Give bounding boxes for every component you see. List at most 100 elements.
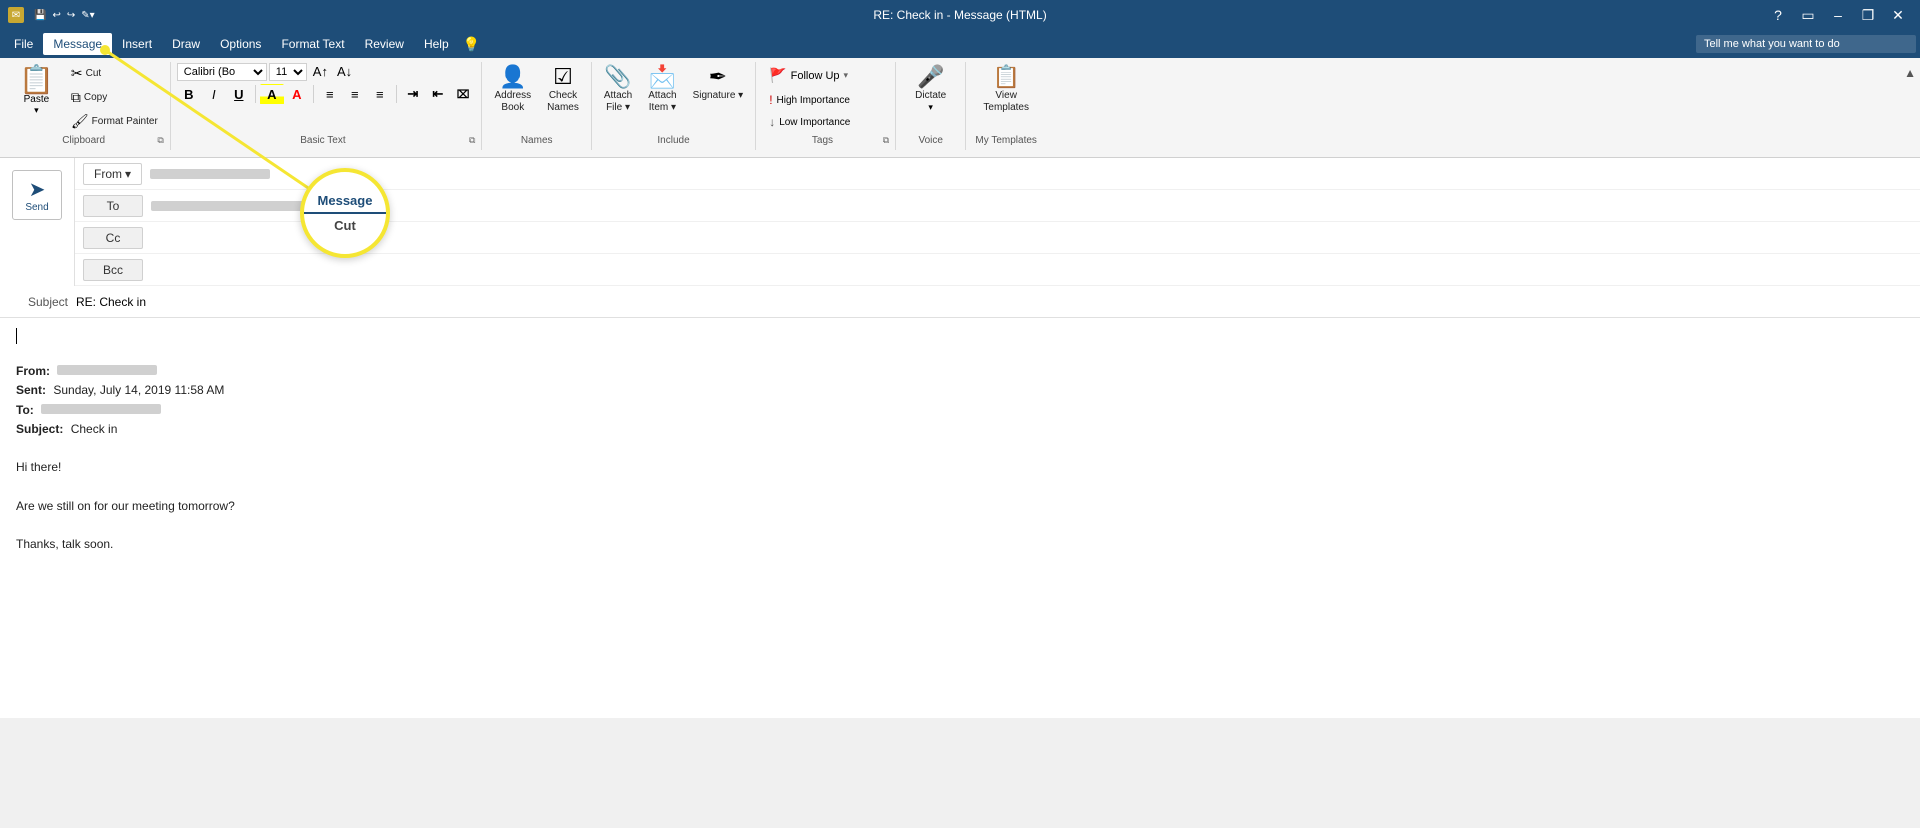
clipboard-content: 📋 Paste ▾ ✂ Cut ⧉ Copy 🖌 Format P <box>10 62 164 133</box>
collapse-ribbon-btn[interactable]: ▲ <box>1904 66 1916 80</box>
basic-text-expand-icon[interactable]: ⧉ <box>469 135 475 146</box>
quick-save[interactable]: 💾 <box>34 10 46 21</box>
customize-btn[interactable]: ✎▾ <box>81 10 94 21</box>
italic-button[interactable]: I <box>202 84 226 105</box>
font-color-btn[interactable]: A <box>285 84 309 105</box>
menu-insert[interactable]: Insert <box>112 33 162 55</box>
my-templates-content: 📋 ViewTemplates <box>972 62 1040 133</box>
menu-help[interactable]: Help <box>414 33 459 55</box>
compose-body[interactable]: From: Sent: Sunday, July 14, 2019 11:58 … <box>0 318 1920 718</box>
subject-input[interactable] <box>76 295 1912 309</box>
send-label: Send <box>25 202 48 213</box>
font-name-select[interactable]: Calibri (Bo <box>177 63 267 81</box>
help-btn[interactable]: ? <box>1764 1 1792 29</box>
align-left-btn[interactable]: ≡ <box>318 84 342 105</box>
attach-item-label: AttachItem ▾ <box>648 90 676 114</box>
from-button[interactable]: From ▾ <box>83 163 142 185</box>
email-to-value-blurred <box>41 404 161 414</box>
ribbon-group-clipboard: 📋 Paste ▾ ✂ Cut ⧉ Copy 🖌 Format P <box>4 62 171 150</box>
low-importance-icon: ↓ <box>769 115 775 129</box>
ribbon-group-tags: 🚩 Follow Up ▾ ! High Importance ↓ Low Im… <box>756 62 896 150</box>
send-column: ➤ Send <box>0 158 75 286</box>
check-names-button[interactable]: ☑ CheckNames <box>541 62 585 118</box>
cut-button[interactable]: ✂ Cut <box>65 62 164 85</box>
subject-field: Subject <box>0 286 1920 318</box>
to-value-blurred <box>151 201 311 211</box>
tags-expand-icon[interactable]: ⧉ <box>883 135 889 146</box>
menu-file[interactable]: File <box>4 33 43 55</box>
underline-button[interactable]: U <box>227 84 251 105</box>
redo-btn[interactable]: ↪ <box>67 10 75 21</box>
clear-format-btn[interactable]: ⌧ <box>451 85 476 104</box>
dictate-label: Dictate <box>915 90 946 102</box>
font-grow-btn[interactable]: A↑ <box>309 62 332 81</box>
format-row: B I U A A ≡ ≡ ≡ ⇥ ⇤ ⌧ <box>177 83 476 105</box>
ribbon-toggle-btn[interactable]: ▭ <box>1794 1 1822 29</box>
indent-decrease-btn[interactable]: ⇤ <box>426 83 450 105</box>
tags-content: 🚩 Follow Up ▾ ! High Importance ↓ Low Im… <box>762 62 889 133</box>
signature-button[interactable]: ✒ Signature ▾ <box>687 62 750 106</box>
clipboard-expand-icon[interactable]: ⧉ <box>157 135 163 146</box>
ribbon-group-include: 📎 AttachFile ▾ 📩 AttachItem ▾ ✒ Signatur… <box>592 62 756 150</box>
menu-options[interactable]: Options <box>210 33 271 55</box>
view-templates-button[interactable]: 📋 ViewTemplates <box>977 62 1035 118</box>
address-book-icon: 👤 <box>499 66 526 88</box>
follow-up-button[interactable]: 🚩 Follow Up ▾ <box>762 63 855 88</box>
follow-up-dropdown-icon[interactable]: ▾ <box>844 70 849 81</box>
compose-fields-row: ➤ Send From ▾ To Cc <box>0 158 1920 286</box>
bcc-field: Bcc <box>75 254 1920 286</box>
copy-icon: ⧉ <box>71 89 81 106</box>
attach-item-button[interactable]: 📩 AttachItem ▾ <box>642 62 682 118</box>
format-separator-3 <box>396 85 397 103</box>
font-size-select[interactable]: 11 <box>269 63 307 81</box>
dictate-dropdown-icon: ▾ <box>928 102 933 113</box>
include-group-label: Include <box>598 133 749 148</box>
paste-button[interactable]: 📋 Paste ▾ <box>10 62 63 120</box>
align-center-btn[interactable]: ≡ <box>343 84 367 105</box>
indent-increase-btn[interactable]: ⇥ <box>401 83 425 105</box>
low-importance-button[interactable]: ↓ Low Importance <box>762 112 857 132</box>
paste-dropdown-icon[interactable]: ▾ <box>34 105 39 116</box>
menu-review[interactable]: Review <box>355 33 414 55</box>
attach-file-icon: 📎 <box>604 66 631 88</box>
title-bar: ✉ 💾 ↩ ↪ ✎▾ RE: Check in - Message (HTML)… <box>0 0 1920 30</box>
cc-label[interactable]: Cc <box>83 227 143 249</box>
minimize-btn[interactable]: – <box>1824 1 1852 29</box>
attach-file-button[interactable]: 📎 AttachFile ▾ <box>598 62 638 118</box>
menu-message[interactable]: Message <box>43 33 112 55</box>
email-subject-line: Subject: Check in <box>16 420 1904 439</box>
compose-fields-column: From ▾ To Cc Bcc <box>75 158 1920 286</box>
follow-up-flag-icon: 🚩 <box>769 67 786 84</box>
email-from-value-blurred <box>57 365 157 375</box>
check-names-icon: ☑ <box>553 66 573 88</box>
email-body-2: Are we still on for our meeting tomorrow… <box>16 497 1904 516</box>
highlight-btn[interactable]: A <box>260 84 284 105</box>
restore-btn[interactable]: ❐ <box>1854 1 1882 29</box>
ribbon-group-names: 👤 AddressBook ☑ CheckNames Names <box>482 62 591 150</box>
send-button[interactable]: ➤ Send <box>12 170 62 220</box>
ribbon-group-my-templates: 📋 ViewTemplates My Templates <box>966 62 1046 150</box>
menu-format-text[interactable]: Format Text <box>271 33 354 55</box>
subject-label: Subject <box>8 295 68 309</box>
email-body-3: Thanks, talk soon. <box>16 535 1904 554</box>
copy-button[interactable]: ⧉ Copy <box>65 86 164 109</box>
ribbon-group-basic-text: Calibri (Bo 11 A↑ A↓ B I U <box>171 62 483 150</box>
address-book-button[interactable]: 👤 AddressBook <box>488 62 537 118</box>
align-right-btn[interactable]: ≡ <box>368 84 392 105</box>
voice-content: 🎤 Dictate ▾ <box>902 62 959 133</box>
high-importance-button[interactable]: ! High Importance <box>762 90 857 110</box>
dictate-button[interactable]: 🎤 Dictate ▾ <box>909 62 952 117</box>
email-from-label: From: <box>16 364 50 378</box>
bcc-label[interactable]: Bcc <box>83 259 143 281</box>
menu-draw[interactable]: Draw <box>162 33 210 55</box>
undo-btn[interactable]: ↩ <box>52 10 60 21</box>
to-label[interactable]: To <box>83 195 143 217</box>
format-painter-button[interactable]: 🖌 Format Painter <box>65 110 164 133</box>
bold-button[interactable]: B <box>177 84 201 105</box>
basic-text-group-label: Basic Text ⧉ <box>177 133 476 148</box>
ribbon: 📋 Paste ▾ ✂ Cut ⧉ Copy 🖌 Format P <box>0 58 1920 158</box>
close-btn[interactable]: ✕ <box>1884 1 1912 29</box>
search-input[interactable] <box>1696 35 1916 53</box>
compose-area: ➤ Send From ▾ To Cc <box>0 158 1920 718</box>
font-shrink-btn[interactable]: A↓ <box>333 62 356 81</box>
